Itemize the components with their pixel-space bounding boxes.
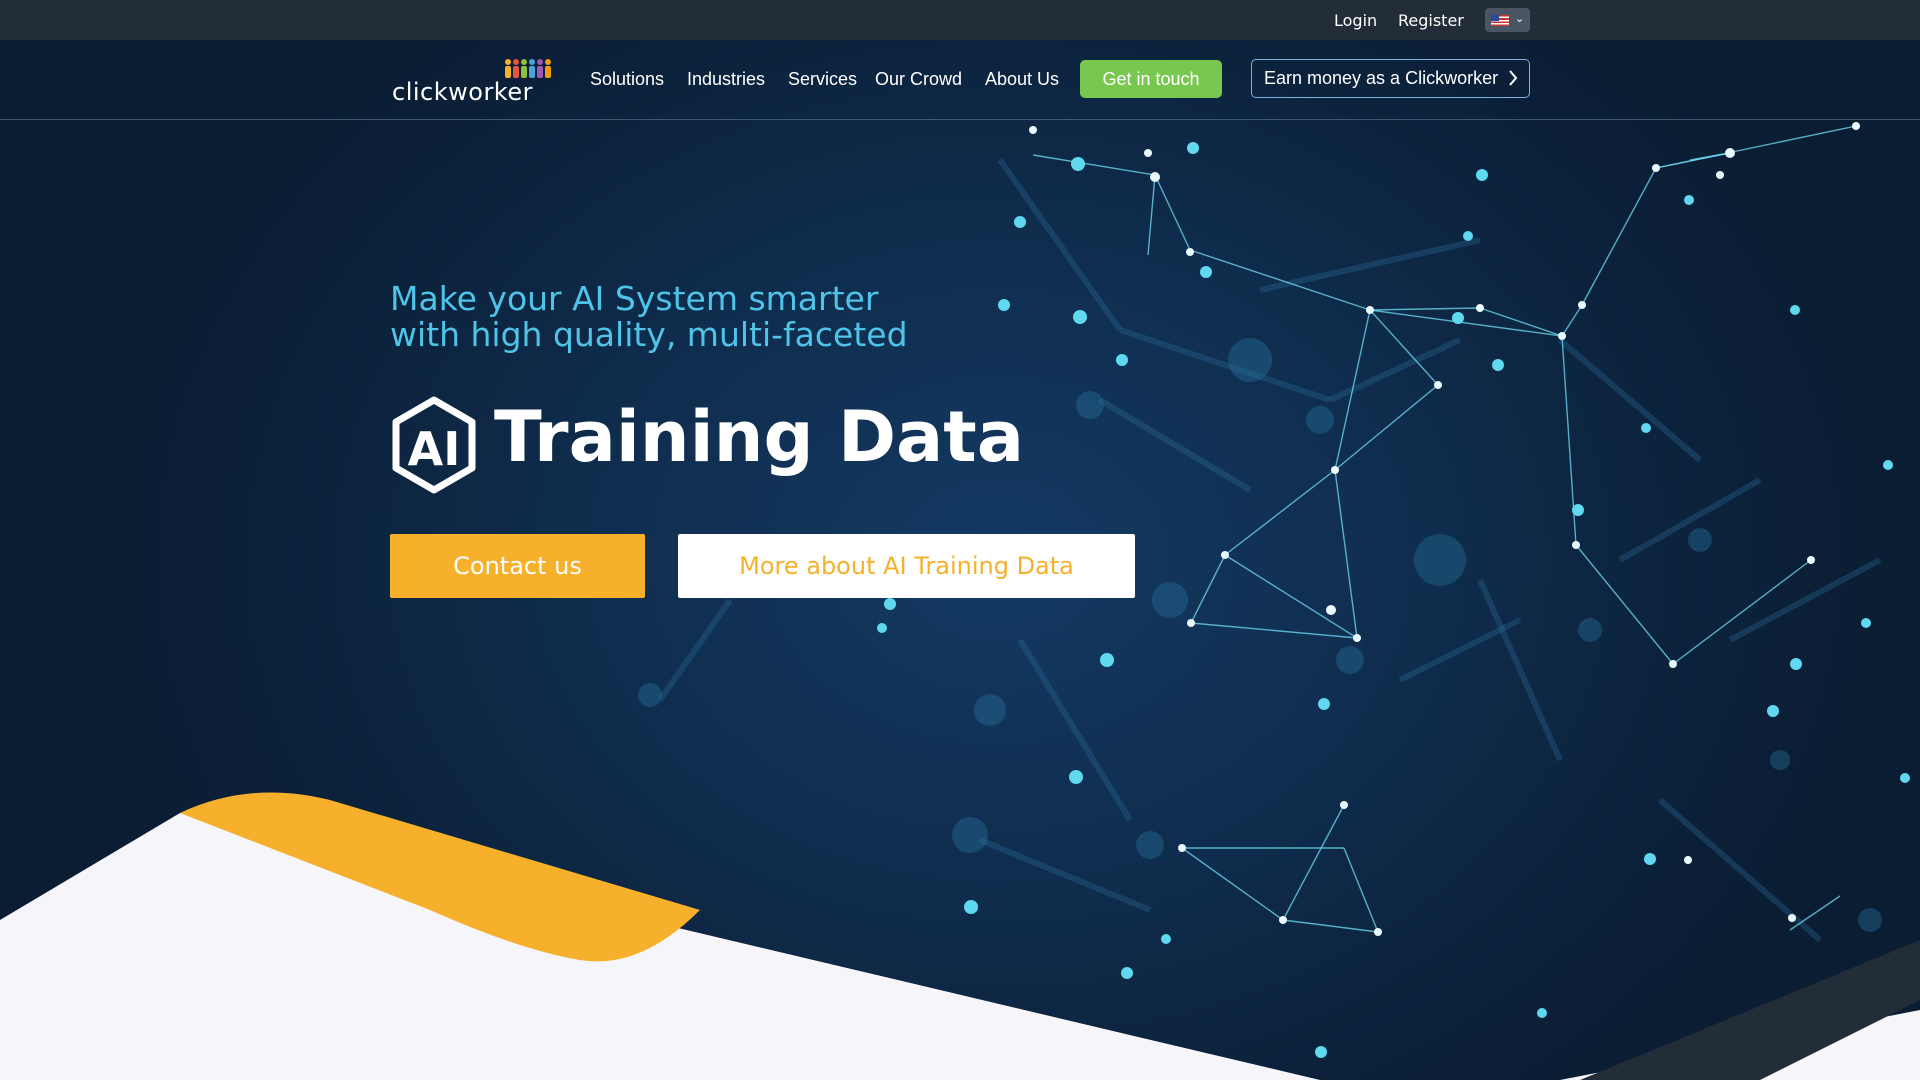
language-selector[interactable]: ⌄ [1485,8,1530,32]
chevron-right-icon [1509,70,1518,86]
nav-item-about-us[interactable]: About Us [985,69,1059,90]
headline-title: Training Data [494,396,1024,478]
chevron-down-icon: ⌄ [1515,12,1525,25]
us-flag-icon [1491,15,1509,26]
earn-money-label: Earn money as a Clickworker [1264,68,1499,88]
nav-item-industries[interactable]: Industries [687,69,765,90]
hero-tagline: Make your AI System smarter with high qu… [390,281,908,353]
clickworker-logo[interactable]: clickworker [392,56,554,108]
register-link[interactable]: Register [1398,11,1464,30]
tagline-line-2: with high quality, multi-faceted [390,315,908,354]
main-navigation: clickworker Solutions Industries Service… [0,40,1920,120]
ai-badge-label: AI [407,422,461,476]
get-in-touch-button[interactable]: Get in touch [1080,60,1222,98]
earn-money-button[interactable]: Earn money as a Clickworker [1251,59,1530,98]
logo-wordmark: clickworker [392,78,533,106]
top-utility-bar: Login Register ⌄ [0,0,1920,40]
more-about-ai-training-data-button[interactable]: More about AI Training Data [678,534,1135,598]
tagline-line-1: Make your AI System smarter [390,279,879,318]
contact-us-button[interactable]: Contact us [390,534,645,598]
nav-item-solutions[interactable]: Solutions [590,69,664,90]
bottom-decorative-shapes [0,792,1920,1080]
login-link[interactable]: Login [1334,11,1377,30]
nav-item-services[interactable]: Services [788,69,857,90]
crowd-logo-icon [505,59,551,78]
nav-item-our-crowd[interactable]: Our Crowd [875,69,962,90]
